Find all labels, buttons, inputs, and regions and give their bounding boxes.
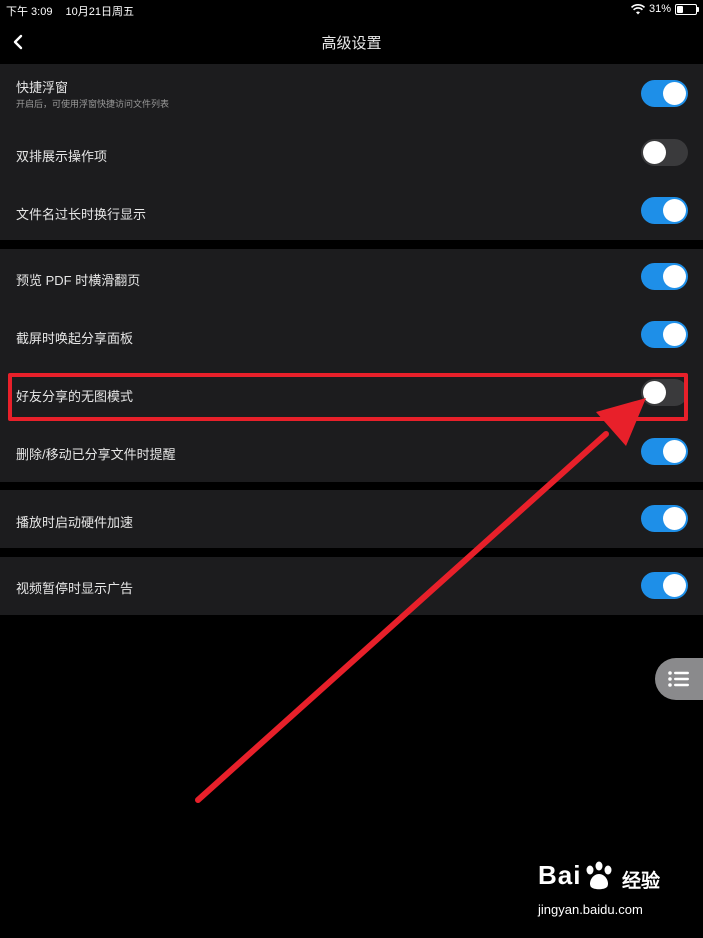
list-icon	[668, 671, 689, 687]
watermark-logo-text: Bai	[538, 860, 582, 890]
floating-list-button[interactable]	[655, 658, 703, 700]
watermark-jingyan-text: 经验	[622, 871, 661, 892]
paw-icon	[586, 861, 612, 890]
watermark-url: jingyan.baidu.com	[538, 902, 643, 917]
baidu-jingyan-watermark: Bai 经验 jingyan.baidu.com	[538, 860, 668, 920]
annotation-arrow	[195, 398, 646, 803]
